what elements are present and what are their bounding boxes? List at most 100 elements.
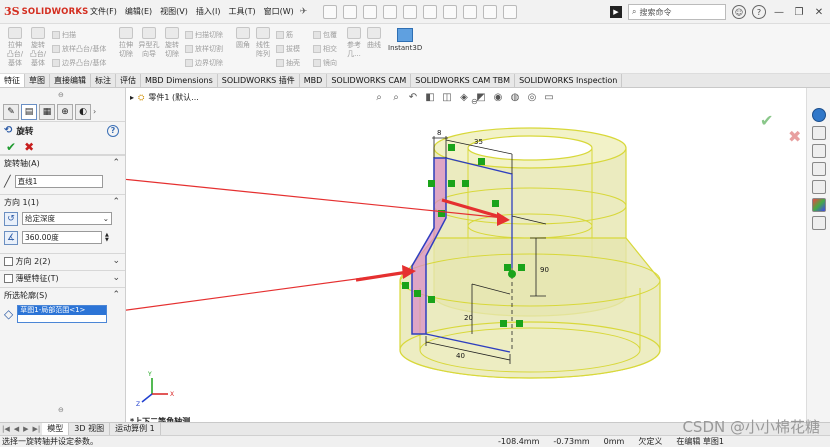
tab-model[interactable]: 模型 — [42, 423, 70, 435]
file-explorer-icon[interactable] — [811, 144, 826, 158]
tab-solidworks-inspection[interactable]: SOLIDWORKS Inspection — [515, 74, 623, 87]
prev-tab-icon[interactable]: ◀ — [12, 425, 21, 433]
curves-button[interactable]: 曲线 — [365, 27, 383, 50]
undo-icon[interactable] — [423, 4, 438, 19]
rib-button[interactable]: 筋 — [276, 30, 293, 40]
first-tab-icon[interactable]: |◀ — [0, 425, 12, 433]
menu-edit[interactable]: 编辑(E) — [121, 6, 156, 17]
dim-top-width[interactable]: 35 — [474, 138, 483, 146]
relation-marker[interactable] — [448, 144, 455, 151]
linear-pattern-button[interactable]: 线性 阵列 — [253, 27, 273, 59]
extrude-cut-button[interactable]: 拉伸 切除 — [116, 27, 136, 59]
confirm-ok-icon[interactable]: ✔ — [760, 111, 773, 130]
save-icon[interactable] — [383, 4, 398, 19]
tab-3d-views[interactable]: 3D 视图 — [69, 423, 111, 435]
tab-solidworks-addins[interactable]: SOLIDWORKS 插件 — [218, 74, 300, 87]
relation-marker[interactable] — [428, 296, 435, 303]
restore-icon[interactable]: ❐ — [792, 7, 806, 18]
file-properties-icon[interactable] — [483, 4, 498, 19]
list-resize-handle[interactable]: ⊖ — [58, 406, 64, 414]
tab-solidworks-cam[interactable]: SOLIDWORKS CAM — [327, 74, 412, 87]
menu-insert[interactable]: 插入(I) — [192, 6, 225, 17]
relation-marker[interactable] — [500, 320, 507, 327]
tab-evaluate[interactable]: 评估 — [116, 74, 141, 87]
panel-tabs-more-icon[interactable]: › — [93, 107, 96, 116]
origin-marker[interactable] — [508, 270, 516, 278]
reference-geometry-button[interactable]: 参考 几... — [344, 27, 364, 59]
tab-mbd-dimensions[interactable]: MBD Dimensions — [141, 74, 218, 87]
revolve-boss-button[interactable]: 旋转 凸台/ 基体 — [27, 27, 49, 68]
next-tab-icon[interactable]: ▶ — [21, 425, 30, 433]
reverse-direction-icon[interactable]: ↺ — [4, 211, 18, 226]
tab-solidworks-cam-tbm[interactable]: SOLIDWORKS CAM TBM — [411, 74, 516, 87]
relation-marker[interactable] — [518, 264, 525, 271]
direction2-checkbox[interactable] — [4, 256, 13, 266]
design-library-icon[interactable] — [811, 126, 826, 140]
close-icon[interactable]: ✕ — [812, 7, 826, 18]
relation-marker[interactable] — [462, 180, 469, 187]
end-condition-select[interactable]: 给定深度 ⌄ — [22, 212, 112, 225]
dim-height-upper[interactable]: 90 — [540, 266, 549, 274]
command-icon[interactable]: ▶ — [610, 6, 622, 18]
menu-tools[interactable]: 工具(T) — [224, 6, 259, 17]
confirm-cancel-icon[interactable]: ✖ — [788, 127, 801, 146]
relation-marker[interactable] — [414, 290, 421, 297]
ok-check-icon[interactable]: ✔ — [6, 140, 16, 154]
relation-marker[interactable] — [516, 320, 523, 327]
folder-icon[interactable] — [811, 162, 826, 176]
relation-marker[interactable] — [478, 158, 485, 165]
cancel-x-icon[interactable]: ✖ — [24, 140, 34, 154]
open-icon[interactable] — [363, 4, 378, 19]
menu-window[interactable]: 窗口(W) — [260, 6, 298, 17]
graphics-viewport[interactable]: ▸ ⛭ 零件1 (默认... ⌕ ⌕ ↶ ◧ ◫ ◈ ◩ ◉ ◍ ◎ ▭ ⊖ 8… — [126, 88, 806, 426]
property-manager-tab-icon[interactable]: ▤ — [21, 103, 37, 120]
loft-boss-button[interactable]: 放样凸台/基体 — [52, 44, 106, 54]
relation-marker[interactable] — [504, 264, 511, 271]
last-tab-icon[interactable]: ▶| — [31, 425, 43, 433]
minimize-icon[interactable]: — — [772, 7, 786, 18]
shell-button[interactable]: 抽壳 — [276, 58, 300, 68]
mirror-button[interactable]: 镜向 — [313, 58, 337, 68]
tab-direct-editing[interactable]: 直接编辑 — [50, 74, 91, 87]
display-manager-tab-icon[interactable]: ◐ — [75, 103, 91, 120]
model-graphics[interactable]: 8 35 90 20 40 Y X Z ✔ ✖ — [126, 88, 806, 422]
extrude-boss-button[interactable]: 拉伸 凸台/ 基体 — [4, 27, 26, 68]
relation-marker[interactable] — [492, 200, 499, 207]
help-icon[interactable]: ? — [752, 5, 766, 19]
configuration-tab-icon[interactable]: ▦ — [39, 103, 55, 120]
solidworks-resources-icon[interactable] — [811, 108, 826, 122]
select-icon[interactable] — [443, 4, 458, 19]
dim-bottom-width[interactable]: 40 — [456, 352, 465, 360]
tab-sketch[interactable]: 草图 — [25, 74, 50, 87]
relation-marker[interactable] — [428, 180, 435, 187]
revolve-cut-button[interactable]: 旋转 切除 — [162, 27, 182, 59]
selected-contours-list[interactable]: 草图1-局部范围<1> — [17, 305, 108, 323]
selected-contours-section-header[interactable]: 所选轮廓(S) ⌃ — [0, 287, 125, 302]
options-gear-icon[interactable] — [503, 4, 518, 19]
feature-tree-tab-icon[interactable]: ✎ — [3, 103, 19, 120]
direction2-section-header[interactable]: 方向 2(2) ⌄ — [0, 253, 125, 268]
tab-motion-study[interactable]: 运动算例 1 — [110, 423, 161, 435]
home-icon[interactable] — [323, 4, 338, 19]
hole-wizard-button[interactable]: 异型孔 向导 — [137, 27, 161, 59]
user-icon[interactable]: ☺ — [732, 5, 746, 19]
boundary-boss-button[interactable]: 边界凸台/基体 — [52, 58, 106, 68]
dim-bottom-small[interactable]: 20 — [464, 314, 473, 322]
sweep-cut-button[interactable]: 扫描切除 — [185, 30, 223, 40]
menu-view[interactable]: 视图(V) — [156, 6, 192, 17]
axis-section-header[interactable]: 旋转轴(A) ⌃ — [0, 155, 125, 170]
loft-cut-button[interactable]: 放样切割 — [185, 44, 223, 54]
selected-contour-item[interactable]: 草图1-局部范围<1> — [18, 306, 107, 315]
appearances-icon[interactable] — [811, 198, 826, 212]
thin-feature-checkbox[interactable] — [4, 273, 13, 283]
help-icon[interactable]: ? — [107, 124, 119, 137]
tab-markup[interactable]: 标注 — [91, 74, 116, 87]
angle-spinner[interactable]: ▲ ▼ — [105, 232, 109, 243]
fillet-button[interactable]: 圆角 — [233, 27, 253, 50]
wrap-button[interactable]: 包覆 — [313, 30, 337, 40]
solidworks-logo[interactable]: 3S SOLIDWORKS — [0, 5, 88, 18]
tab-mbd[interactable]: MBD — [300, 74, 328, 87]
rebuild-icon[interactable] — [463, 4, 478, 19]
boundary-cut-button[interactable]: 边界切除 — [185, 58, 223, 68]
relation-marker[interactable] — [402, 282, 409, 289]
